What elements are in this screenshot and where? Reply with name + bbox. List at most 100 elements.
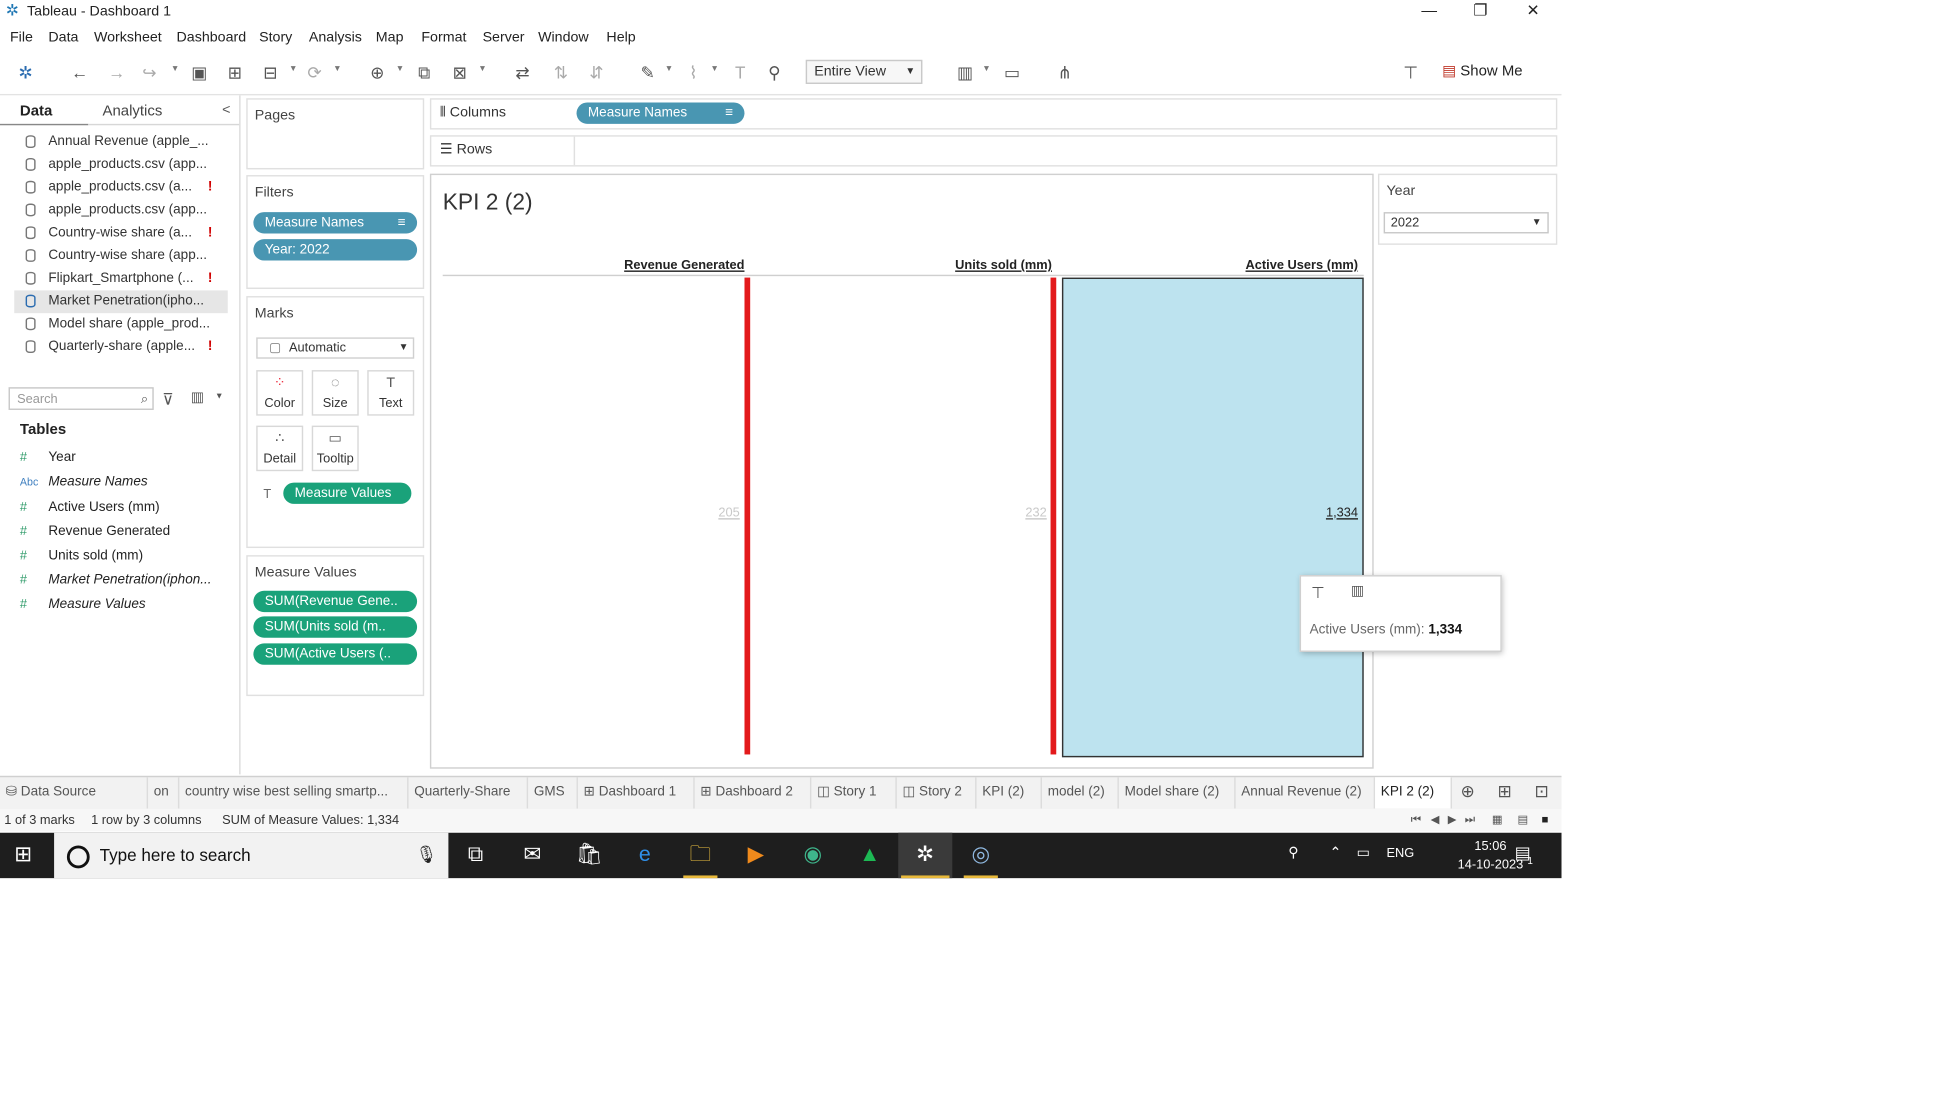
tab-analytics[interactable]: Analytics [102,102,162,119]
show-cards-icon[interactable]: ▥ [954,63,977,83]
clear-caret-icon[interactable]: ▼ [478,65,486,74]
bar-1[interactable] [744,277,750,755]
save-icon[interactable]: ▣ [188,63,211,83]
highlight-caret-icon[interactable]: ▼ [665,65,673,74]
columns-shelf[interactable]: ⫴ Columns Measure Names ≡ [429,98,1558,130]
bar-2[interactable] [1051,277,1057,755]
redo-icon[interactable]: → [105,63,128,83]
people-icon[interactable]: ⚲ [1288,846,1298,862]
presentation-icon[interactable]: ▭ [1001,63,1024,83]
clear-sheet-icon[interactable]: ⊠ [448,63,471,83]
menu-dashboard[interactable]: Dashboard [177,30,247,46]
taskbar-search-input[interactable]: Type here to search 🎙 [54,832,449,879]
fit-dropdown[interactable]: Entire View ▼ [805,59,923,84]
group-caret-icon[interactable]: ▼ [710,65,718,74]
close-icon[interactable]: ✕ [1522,1,1545,21]
minimize-icon[interactable]: — [1418,1,1441,21]
view-options-caret-icon[interactable]: ▼ [215,393,223,402]
tab-story[interactable]: ◫ Story 1 [811,777,897,809]
marks-pill-measure-values[interactable]: Measure Values [283,482,412,504]
columns-pill-measure-names[interactable]: Measure Names ≡ [576,102,745,124]
menu-window[interactable]: Window [538,30,589,46]
field-measure-values[interactable]: # Measure Values [20,592,146,616]
tab-sheet[interactable]: Model share (2) [1119,777,1236,809]
bar-3[interactable] [1062,277,1364,758]
field-measure-names[interactable]: Abc Measure Names [20,470,148,494]
filmstrip-icon[interactable]: ▤ [1517,813,1528,826]
tab-sheet[interactable]: Annual Revenue (2) [1236,777,1376,809]
column-header-units-sold[interactable]: Units sold (mm) [955,258,1052,272]
new-sheet-caret-icon[interactable]: ▼ [396,65,404,74]
group-icon[interactable]: ⌇ [682,63,705,83]
new-sheet-icon[interactable]: ⊕ [366,63,389,83]
datasource-item[interactable]: Model share (apple_prod... [14,313,228,336]
tab-sheet[interactable]: KPI (2) [977,777,1043,809]
duplicate-icon[interactable]: ⧉ [413,63,436,83]
mv-pill-units-sold[interactable]: SUM(Units sold (m.. [253,616,418,638]
replay-icon[interactable]: ↪ [138,63,161,83]
mark-type-dropdown[interactable]: ▢ Automatic ▼ [256,337,415,359]
mail-icon[interactable]: ✉ [518,843,546,869]
column-header-revenue[interactable]: Revenue Generated [624,258,744,272]
filter-pill-measure-names[interactable]: Measure Names ≡ [253,212,418,234]
tab-story[interactable]: ◫ Story 2 [897,777,977,809]
view-data-icon[interactable]: ▥ [1351,584,1364,600]
field-revenue-generated[interactable]: # Revenue Generated [20,520,170,544]
pause-updates-icon[interactable]: ⊟ [259,63,282,83]
tab-sheet[interactable]: GMS [528,777,578,809]
sheet-sorter-icon[interactable]: ▦ [1492,813,1503,826]
first-sheet-icon[interactable]: ⏮ [1411,813,1421,827]
tray-chevron-up-icon[interactable]: ⌃ [1330,846,1342,862]
sort-ascending-icon[interactable]: ⇅ [549,63,572,83]
tab-sheet[interactable]: model (2) [1042,777,1119,809]
filter-pill-year[interactable]: Year: 2022 [253,239,418,261]
mv-pill-active-users[interactable]: SUM(Active Users (.. [253,643,418,665]
detail-button[interactable]: ∴ Detail [256,425,304,472]
datasource-item[interactable]: Quarterly-share (apple...! [14,336,228,359]
field-active-users[interactable]: # Active Users (mm) [20,495,160,519]
tableau-taskbar-icon[interactable]: ✲ [911,843,939,869]
tab-data-source[interactable]: ⛁ Data Source [0,777,149,809]
tableau-prep-icon[interactable]: ◎ [967,843,995,869]
tab-dashboard[interactable]: ⊞ Dashboard 2 [695,777,812,809]
language-indicator[interactable]: ENG [1386,846,1414,860]
swap-icon[interactable]: ⇄ [511,63,534,83]
tab-sheet[interactable]: country wise best selling smartp... [179,777,409,809]
menu-server[interactable]: Server [483,30,525,46]
file-explorer-icon[interactable]: 🗀 [686,843,714,869]
field-year[interactable]: # Year [20,446,76,470]
new-story-icon[interactable]: ⊡ [1535,782,1549,802]
datasource-item[interactable]: Annual Revenue (apple_... [14,131,228,154]
new-datasource-icon[interactable]: ⊞ [223,63,246,83]
datasource-item[interactable]: apple_products.csv (app... [14,199,228,222]
new-dashboard-icon[interactable]: ⊞ [1498,782,1512,802]
replay-caret-icon[interactable]: ▼ [171,65,179,74]
menu-analysis[interactable]: Analysis [309,30,362,46]
windows-start-icon[interactable]: ⊞ [14,844,32,865]
pin-icon[interactable]: ⚲ [763,63,786,83]
menu-file[interactable]: File [10,30,33,46]
pages-card[interactable]: Pages [246,98,425,170]
media-player-icon[interactable]: ▶ [742,843,770,869]
battery-icon[interactable]: ▭ [1357,846,1370,862]
year-filter-dropdown[interactable]: 2022 ▼ [1383,212,1549,234]
highlight-icon[interactable]: ✎ [636,63,659,83]
view-options-icon[interactable]: ▥ [191,390,204,406]
tooltip-toggle-icon[interactable]: ⊤ [1399,63,1422,83]
sort-descending-icon[interactable]: ⇵ [585,63,608,83]
keep-only-icon[interactable]: ⊤ [1311,584,1325,602]
tab-sheet[interactable]: on [148,777,180,809]
collapse-pane-icon[interactable]: < [222,102,230,118]
menu-help[interactable]: Help [606,30,635,46]
undo-icon[interactable]: ← [68,63,91,83]
filter-icon[interactable]: ⊽ [162,390,173,408]
next-sheet-icon[interactable]: ▶ [1448,813,1457,826]
labels-icon[interactable]: T [729,63,752,83]
last-sheet-icon[interactable]: ⏭ [1465,813,1475,827]
clock[interactable]: 15:06 14-10-2023 [1458,837,1524,874]
share-icon[interactable]: ⋔ [1053,63,1076,83]
menu-format[interactable]: Format [421,30,466,46]
task-view-icon[interactable]: ⧉ [461,843,489,869]
field-market-penetration[interactable]: # Market Penetration(iphon... [20,568,212,592]
drive-icon[interactable]: ▲ [856,843,884,869]
